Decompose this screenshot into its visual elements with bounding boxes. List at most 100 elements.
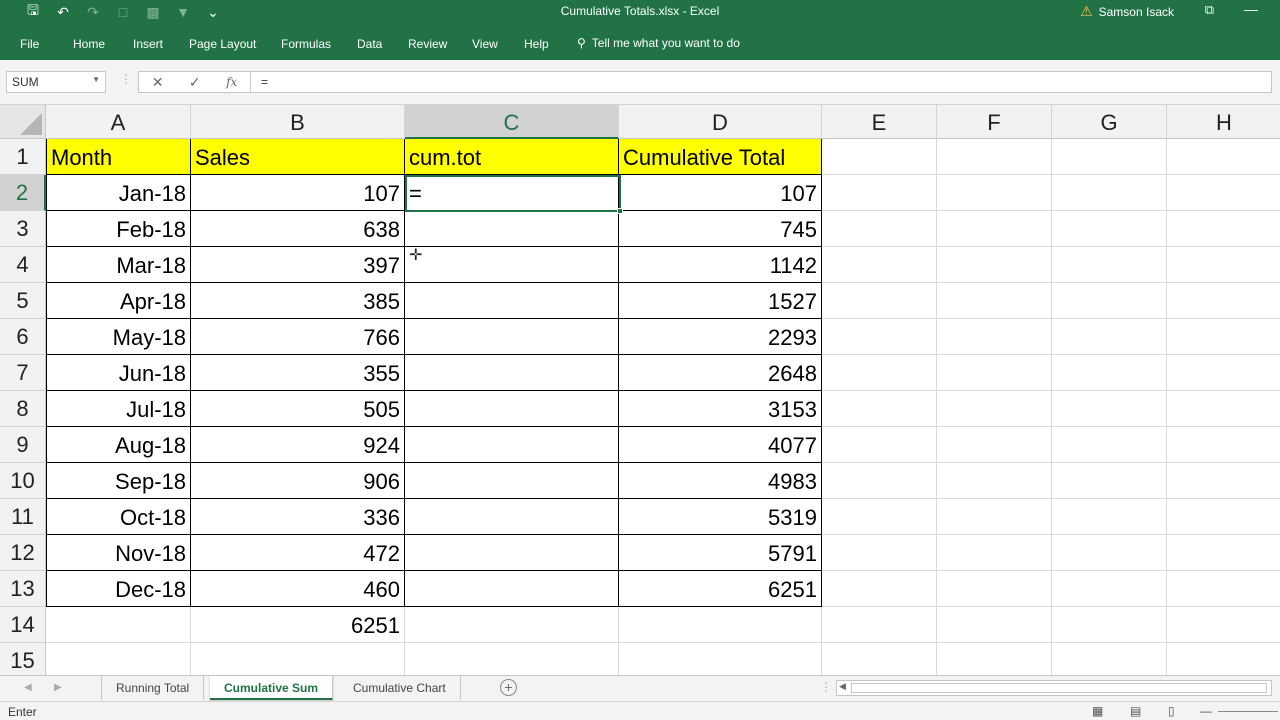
cell-f1[interactable] bbox=[937, 139, 1052, 175]
sheet-nav-next-icon[interactable]: ▶ bbox=[54, 682, 62, 693]
cell-e6[interactable] bbox=[822, 319, 937, 355]
name-box[interactable]: SUM ▼ bbox=[6, 71, 106, 93]
cell-b2[interactable]: 107 bbox=[191, 175, 405, 211]
cell-c13[interactable] bbox=[405, 571, 619, 607]
row-header-15[interactable]: 15 bbox=[0, 643, 46, 675]
cell-c7[interactable] bbox=[405, 355, 619, 391]
row-header-11[interactable]: 11 bbox=[0, 499, 46, 535]
cell-e4[interactable] bbox=[822, 247, 937, 283]
cell-c8[interactable] bbox=[405, 391, 619, 427]
cell-b15[interactable] bbox=[191, 643, 405, 675]
formula-input[interactable]: = bbox=[250, 71, 1272, 93]
cell-a11[interactable]: Oct-18 bbox=[46, 499, 191, 535]
cell-c15[interactable] bbox=[405, 643, 619, 675]
cell-a12[interactable]: Nov-18 bbox=[46, 535, 191, 571]
cell-c14[interactable] bbox=[405, 607, 619, 643]
cell-e12[interactable] bbox=[822, 535, 937, 571]
row-header-12[interactable]: 12 bbox=[0, 535, 46, 571]
cell-b3[interactable]: 638 bbox=[191, 211, 405, 247]
cell-d13[interactable]: 6251 bbox=[619, 571, 822, 607]
cell-f6[interactable] bbox=[937, 319, 1052, 355]
cell-h9[interactable] bbox=[1167, 427, 1280, 463]
cell-b13[interactable]: 460 bbox=[191, 571, 405, 607]
cell-g7[interactable] bbox=[1052, 355, 1167, 391]
sheet-nav-prev-icon[interactable]: ◀ bbox=[24, 682, 32, 693]
tab-home[interactable]: Home bbox=[73, 37, 105, 51]
cell-a9[interactable]: Aug-18 bbox=[46, 427, 191, 463]
cell-e5[interactable] bbox=[822, 283, 937, 319]
row-header-14[interactable]: 14 bbox=[0, 607, 46, 643]
cell-e1[interactable] bbox=[822, 139, 937, 175]
cell-g10[interactable] bbox=[1052, 463, 1167, 499]
scroll-left-icon[interactable]: ◀ bbox=[839, 681, 846, 692]
cell-b7[interactable]: 355 bbox=[191, 355, 405, 391]
horizontal-scrollbar[interactable]: ◀ bbox=[836, 680, 1272, 696]
cell-g8[interactable] bbox=[1052, 391, 1167, 427]
column-header-a[interactable]: A bbox=[46, 105, 191, 139]
cell-h10[interactable] bbox=[1167, 463, 1280, 499]
chart-icon[interactable]: ▩ bbox=[138, 4, 168, 21]
cell-f13[interactable] bbox=[937, 571, 1052, 607]
cell-f3[interactable] bbox=[937, 211, 1052, 247]
normal-view-icon[interactable]: ▦ bbox=[1092, 704, 1103, 718]
cell-g2[interactable] bbox=[1052, 175, 1167, 211]
row-header-13[interactable]: 13 bbox=[0, 571, 46, 607]
cell-e15[interactable] bbox=[822, 643, 937, 675]
cell-f11[interactable] bbox=[937, 499, 1052, 535]
cell-e11[interactable] bbox=[822, 499, 937, 535]
scrollbar-thumb[interactable] bbox=[851, 683, 1267, 693]
cell-a6[interactable]: May-18 bbox=[46, 319, 191, 355]
cell-d4[interactable]: 1142 bbox=[619, 247, 822, 283]
cell-e8[interactable] bbox=[822, 391, 937, 427]
cell-b10[interactable]: 906 bbox=[191, 463, 405, 499]
cell-c3[interactable] bbox=[405, 211, 619, 247]
scroll-divider-icon[interactable]: ⋮ bbox=[820, 680, 832, 694]
row-header-1[interactable]: 1 bbox=[0, 139, 46, 175]
cell-h4[interactable] bbox=[1167, 247, 1280, 283]
cell-d9[interactable]: 4077 bbox=[619, 427, 822, 463]
column-header-c[interactable]: C bbox=[405, 105, 619, 139]
row-header-8[interactable]: 8 bbox=[0, 391, 46, 427]
cell-e3[interactable] bbox=[822, 211, 937, 247]
column-header-f[interactable]: F bbox=[937, 105, 1052, 139]
redo-icon[interactable]: ↷ bbox=[78, 4, 108, 21]
cell-f4[interactable] bbox=[937, 247, 1052, 283]
cell-c5[interactable] bbox=[405, 283, 619, 319]
filter-icon[interactable]: ▼ bbox=[168, 4, 198, 20]
cell-d12[interactable]: 5791 bbox=[619, 535, 822, 571]
cell-f10[interactable] bbox=[937, 463, 1052, 499]
sheet-tab-cumulative-sum[interactable]: Cumulative Sum bbox=[210, 676, 334, 700]
cell-h12[interactable] bbox=[1167, 535, 1280, 571]
row-header-3[interactable]: 3 bbox=[0, 211, 46, 247]
cell-e7[interactable] bbox=[822, 355, 937, 391]
page-break-view-icon[interactable]: ▯ bbox=[1168, 704, 1175, 718]
enter-icon[interactable]: ✓ bbox=[189, 74, 201, 91]
cell-f5[interactable] bbox=[937, 283, 1052, 319]
tab-view[interactable]: View bbox=[472, 37, 498, 51]
cell-d5[interactable]: 1527 bbox=[619, 283, 822, 319]
cell-a5[interactable]: Apr-18 bbox=[46, 283, 191, 319]
cell-d10[interactable]: 4983 bbox=[619, 463, 822, 499]
cell-g3[interactable] bbox=[1052, 211, 1167, 247]
sheet-tab-cumulative-chart[interactable]: Cumulative Chart bbox=[339, 676, 461, 700]
insert-function-button[interactable]: fx bbox=[226, 75, 237, 89]
cancel-icon[interactable]: ✕ bbox=[152, 74, 164, 91]
row-header-4[interactable]: 4 bbox=[0, 247, 46, 283]
cell-b12[interactable]: 472 bbox=[191, 535, 405, 571]
cell-f9[interactable] bbox=[937, 427, 1052, 463]
cell-a2[interactable]: Jan-18 bbox=[46, 175, 191, 211]
column-header-b[interactable]: B bbox=[191, 105, 405, 139]
select-all-button[interactable] bbox=[0, 105, 46, 139]
cell-h1[interactable] bbox=[1167, 139, 1280, 175]
cell-g6[interactable] bbox=[1052, 319, 1167, 355]
row-header-9[interactable]: 9 bbox=[0, 427, 46, 463]
header-cell-a[interactable]: Month bbox=[46, 139, 191, 175]
cell-h8[interactable] bbox=[1167, 391, 1280, 427]
tab-data[interactable]: Data bbox=[357, 37, 382, 51]
cell-h6[interactable] bbox=[1167, 319, 1280, 355]
cell-c4[interactable] bbox=[405, 247, 619, 283]
add-sheet-icon[interactable]: + bbox=[500, 679, 517, 696]
cell-a14[interactable] bbox=[46, 607, 191, 643]
undo-icon[interactable]: ↶ bbox=[48, 4, 78, 21]
row-header-7[interactable]: 7 bbox=[0, 355, 46, 391]
